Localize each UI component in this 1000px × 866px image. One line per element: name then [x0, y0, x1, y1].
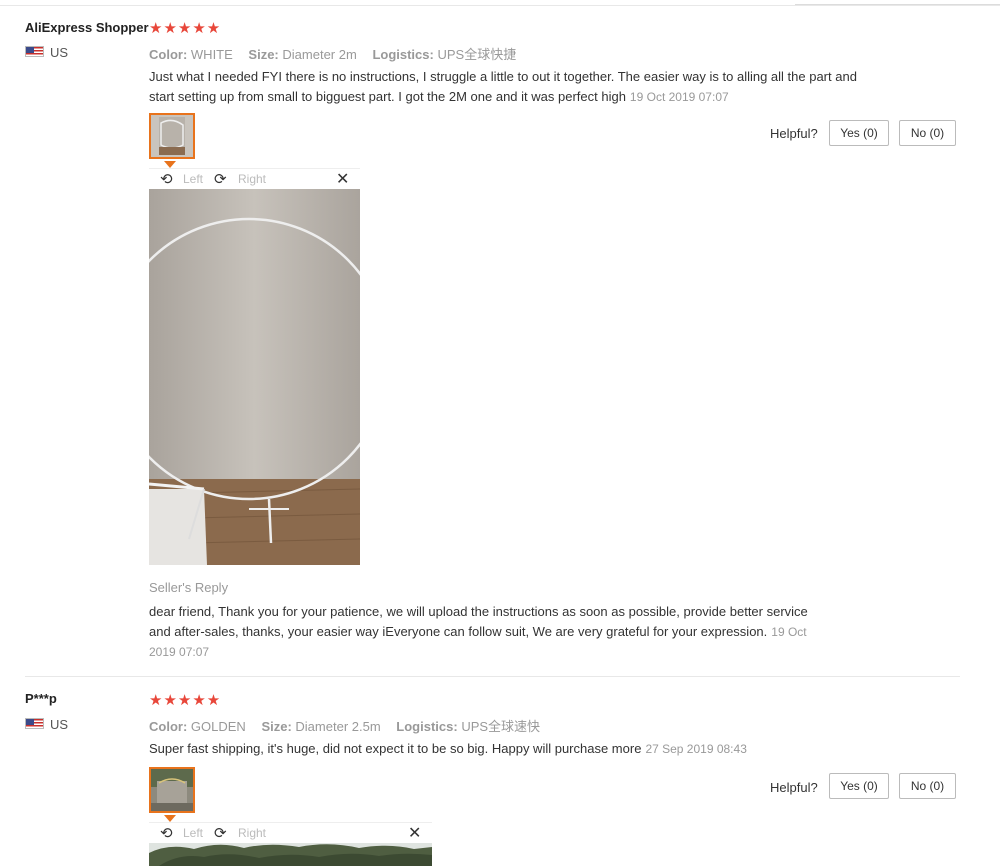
helpful-label: Helpful?	[770, 126, 818, 141]
logistics-attr-label: Logistics:	[396, 719, 458, 734]
seller-reply-title: Seller's Reply	[149, 580, 229, 595]
review-attributes: Color: WHITE Size: Diameter 2m Logistics…	[149, 44, 528, 63]
rotate-right-label[interactable]: Right	[238, 172, 266, 186]
close-icon[interactable]: ✕	[408, 823, 421, 843]
color-attr-label: Color:	[149, 47, 188, 62]
size-attr-label: Size:	[261, 719, 292, 734]
review-body: Super fast shipping, it's huge, did not …	[149, 741, 642, 756]
thumbnail-image	[151, 115, 193, 157]
rotate-left-icon[interactable]: ⟲	[160, 824, 173, 842]
review-photo-large	[149, 843, 432, 866]
close-icon[interactable]: ✕	[336, 169, 349, 189]
helpful-no-button[interactable]: No (0)	[899, 773, 956, 799]
color-attr-value: GOLDEN	[190, 719, 246, 734]
helpful-no-button[interactable]: No (0)	[899, 120, 956, 146]
size-attr-value: Diameter 2m	[282, 47, 357, 62]
reviewer-country: US	[50, 45, 69, 60]
rotate-right-icon[interactable]: ⟳	[214, 170, 227, 188]
review-text: Just what I needed FYI there is no instr…	[149, 67, 869, 107]
review-divider	[25, 676, 960, 677]
seller-reply: dear friend, Thank you for your patience…	[149, 602, 809, 662]
rotate-left-label[interactable]: Left	[183, 826, 203, 840]
review-photo-large	[149, 189, 360, 565]
rotate-left-label[interactable]: Left	[183, 172, 203, 186]
helpful-yes-button[interactable]: Yes (0)	[829, 120, 889, 146]
size-attr-label: Size:	[248, 47, 279, 62]
review-date: 27 Sep 2019 08:43	[645, 742, 747, 756]
helpful-yes-button[interactable]: Yes (0)	[829, 773, 889, 799]
review-photo-thumbnail[interactable]	[149, 767, 195, 813]
logistics-attr-value: UPS全球速快	[461, 719, 541, 734]
image-viewer-toolbar: ⟲ Left ⟳ Right ✕	[149, 168, 360, 189]
logistics-attr-value: UPS全球快捷	[437, 47, 517, 62]
star-rating: ★★★★★	[149, 692, 222, 709]
top-separator	[0, 0, 1000, 6]
thumbnail-selected-arrow	[164, 161, 176, 168]
rotate-left-icon[interactable]: ⟲	[160, 170, 173, 188]
rotate-right-label[interactable]: Right	[238, 826, 266, 840]
reviewer-name: P***p	[25, 691, 57, 706]
us-flag-icon	[25, 718, 44, 729]
rotate-right-icon[interactable]: ⟳	[214, 824, 227, 842]
helpful-label: Helpful?	[770, 780, 818, 795]
reviewer-name: AliExpress Shopper	[25, 20, 149, 35]
reviewer-country: US	[50, 717, 69, 732]
thumbnail-selected-arrow	[164, 815, 176, 822]
color-attr-label: Color:	[149, 719, 188, 734]
thumbnail-image	[151, 769, 193, 811]
logistics-attr-label: Logistics:	[372, 47, 434, 62]
size-attr-value: Diameter 2.5m	[295, 719, 381, 734]
review-date: 19 Oct 2019 07:07	[629, 90, 729, 104]
us-flag-icon	[25, 46, 44, 57]
star-rating: ★★★★★	[149, 20, 222, 37]
seller-reply-text: dear friend, Thank you for your patience…	[149, 604, 808, 639]
color-attr-value: WHITE	[190, 47, 233, 62]
review-body: Just what I needed FYI there is no instr…	[149, 69, 857, 104]
review-photo-thumbnail[interactable]	[149, 113, 195, 159]
top-tab-edge	[795, 0, 1000, 5]
image-viewer-toolbar: ⟲ Left ⟳ Right ✕	[149, 822, 432, 843]
review-attributes: Color: GOLDEN Size: Diameter 2.5m Logist…	[149, 716, 552, 735]
review-text: Super fast shipping, it's huge, did not …	[149, 739, 869, 759]
